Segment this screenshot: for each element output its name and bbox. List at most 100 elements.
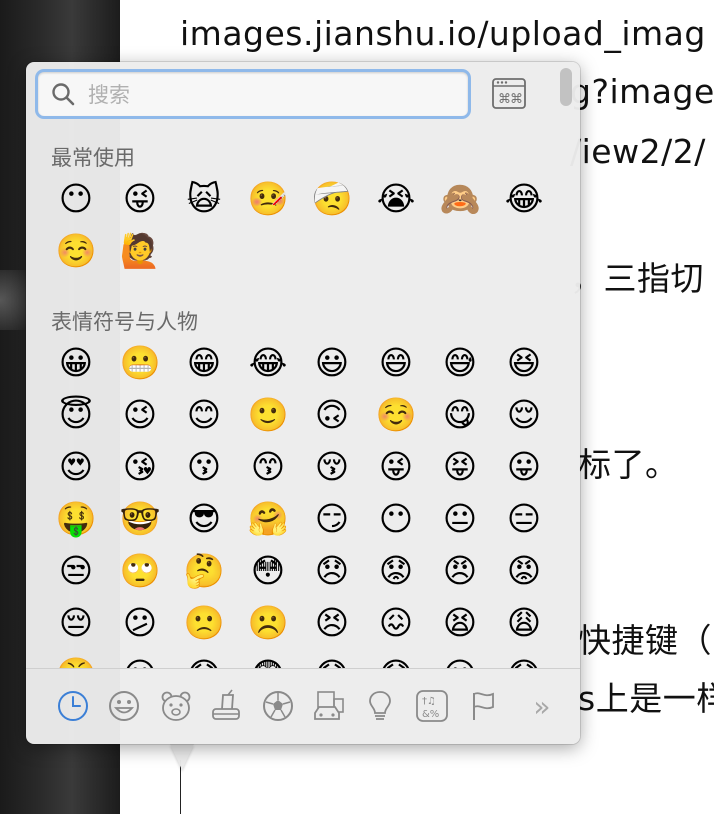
emoji-cell[interactable]: 😊 <box>172 388 236 440</box>
emoji-cell[interactable]: 😶 <box>364 492 428 544</box>
svg-text:⌘: ⌘ <box>510 92 523 107</box>
emoji-picker-popover: ⌘ ⌘ 最常使用 😶😜🙀🤒🤕😭🙈😂☺️🙋 表情符号与人物 😀😬😁😂😃😄😅😆😇😉😊… <box>26 62 580 744</box>
character-viewer-icon[interactable]: ⌘ ⌘ <box>492 78 526 110</box>
emoji-cell[interactable]: ☺️ <box>364 388 428 440</box>
tab-symbols[interactable]: †♫ &% <box>406 686 456 726</box>
tab-smileys[interactable] <box>99 686 149 726</box>
emoji-cell[interactable]: 😮 <box>108 648 172 669</box>
emoji-cell[interactable]: 😑 <box>492 492 556 544</box>
emoji-cell[interactable]: 😟 <box>364 544 428 596</box>
clock-icon <box>58 691 89 721</box>
doc-line-1: images.jianshu.io/upload_imag <box>180 14 706 53</box>
emoji-cell[interactable]: 😡 <box>492 544 556 596</box>
emoji-cell[interactable]: 😃 <box>300 336 364 388</box>
emoji-cell[interactable]: ☺️ <box>44 224 108 276</box>
emoji-cell[interactable]: 😆 <box>492 336 556 388</box>
emoji-cell[interactable]: 😬 <box>108 336 172 388</box>
emoji-cell[interactable]: 😜 <box>108 172 172 224</box>
emoji-cell[interactable]: 😋 <box>428 388 492 440</box>
emoji-cell[interactable]: 😛 <box>492 440 556 492</box>
search-field[interactable] <box>38 72 468 116</box>
tabbar-divider <box>26 668 580 669</box>
category-tabbar: †♫ &% » <box>48 684 568 728</box>
emoji-cell[interactable]: 😣 <box>300 596 364 648</box>
doc-line-4: ，三指切 <box>570 259 704 298</box>
tab-travel[interactable] <box>304 686 354 726</box>
bear-icon <box>161 691 190 721</box>
emoji-cell[interactable]: 😂 <box>492 172 556 224</box>
emoji-cell[interactable]: 🙂 <box>236 388 300 440</box>
emoji-cell[interactable]: 😳 <box>236 544 300 596</box>
emoji-cell[interactable]: 😔 <box>44 596 108 648</box>
emoji-cell[interactable]: 😝 <box>428 440 492 492</box>
emoji-cell[interactable]: 😞 <box>300 544 364 596</box>
tab-flags[interactable] <box>458 686 508 726</box>
tab-objects[interactable] <box>355 686 405 726</box>
emoji-cell[interactable]: 😩 <box>492 596 556 648</box>
tab-activity[interactable] <box>253 686 303 726</box>
emoji-cell[interactable]: 😗 <box>172 440 236 492</box>
emoji-cell[interactable]: 😏 <box>300 492 364 544</box>
emoji-cell[interactable]: 😘 <box>108 440 172 492</box>
emoji-cell[interactable]: 😙 <box>236 440 300 492</box>
svg-text:&%: &% <box>422 709 439 720</box>
emoji-cell[interactable]: 🤕 <box>300 172 364 224</box>
emoji-cell[interactable]: 🙁 <box>172 596 236 648</box>
emoji-cell[interactable]: 😜 <box>364 440 428 492</box>
emoji-cell[interactable]: 😰 <box>300 648 364 669</box>
emoji-cell[interactable]: 😐 <box>428 492 492 544</box>
emoji-cell[interactable]: 😍 <box>44 440 108 492</box>
emoji-cell[interactable]: 😉 <box>108 388 172 440</box>
emoji-cell[interactable]: 😨 <box>236 648 300 669</box>
emoji-cell[interactable]: 😖 <box>364 596 428 648</box>
emoji-cell[interactable]: 🙋 <box>108 224 172 276</box>
emoji-cell[interactable]: 🙀 <box>172 172 236 224</box>
more-categories-button[interactable]: » <box>517 686 567 726</box>
emoji-cell[interactable]: 😌 <box>492 388 556 440</box>
emoji-cell[interactable]: 🤓 <box>108 492 172 544</box>
tab-recent[interactable] <box>48 686 98 726</box>
emoji-cell[interactable]: 😤 <box>44 648 108 669</box>
emoji-cell[interactable]: 😒 <box>44 544 108 596</box>
emoji-cell[interactable]: 😂 <box>236 336 300 388</box>
emoji-cell[interactable]: 😁 <box>172 336 236 388</box>
emoji-cell[interactable]: 😭 <box>364 172 428 224</box>
emoji-cell[interactable]: 😦 <box>428 648 492 669</box>
scrollbar-thumb[interactable] <box>560 68 572 106</box>
tab-food[interactable] <box>202 686 252 726</box>
flag-icon <box>472 692 494 720</box>
emoji-cell[interactable]: 😚 <box>300 440 364 492</box>
car-building-icon <box>314 691 344 720</box>
emoji-cell[interactable]: 🙃 <box>300 388 364 440</box>
emoji-cell[interactable]: 😶 <box>44 172 108 224</box>
section-title-frequent: 最常使用 <box>51 146 135 170</box>
emoji-cell[interactable]: 😀 <box>44 336 108 388</box>
emoji-cell[interactable]: 🤔 <box>172 544 236 596</box>
emoji-cell[interactable]: 😄 <box>364 336 428 388</box>
food-icon <box>211 689 240 720</box>
tab-animals[interactable] <box>150 686 200 726</box>
emoji-cell[interactable]: 😅 <box>428 336 492 388</box>
doc-line-6: 快捷键（ <box>578 621 712 660</box>
emoji-cell[interactable]: ☹️ <box>236 596 300 648</box>
search-icon <box>52 83 75 106</box>
symbols-icon: †♫ &% <box>415 690 448 722</box>
emoji-cell[interactable]: 🙈 <box>428 172 492 224</box>
emoji-cell[interactable]: 😧 <box>492 648 556 669</box>
section-title-smileys: 表情符号与人物 <box>51 310 198 334</box>
emoji-cell[interactable]: 😎 <box>172 492 236 544</box>
emoji-scroll-area[interactable]: 最常使用 😶 😜 🙀 🤒 🤕 😭 🙈 😂 ☺️ 🙋 表情符号与人物 😀 😬 😁 😂 😃 😄 😅 😆 😇 😉 😊 🙂 🙃 ☺️… <box>26 132 580 668</box>
emoji-cell[interactable]: 😕 <box>108 596 172 648</box>
emoji-cell[interactable]: 🤑 <box>44 492 108 544</box>
svg-text:†♫: †♫ <box>422 696 436 707</box>
emoji-cell[interactable]: 😇 <box>44 388 108 440</box>
emoji-cell[interactable]: 🤗 <box>236 492 300 544</box>
emoji-cell[interactable]: 🙄 <box>108 544 172 596</box>
emoji-cell[interactable]: 😠 <box>428 544 492 596</box>
search-input[interactable] <box>86 78 460 112</box>
emoji-cell[interactable]: 😫 <box>428 596 492 648</box>
lightbulb-icon <box>369 691 392 720</box>
emoji-cell[interactable]: 😱 <box>172 648 236 669</box>
emoji-cell[interactable]: 😯 <box>364 648 428 669</box>
emoji-cell[interactable]: 🤒 <box>236 172 300 224</box>
